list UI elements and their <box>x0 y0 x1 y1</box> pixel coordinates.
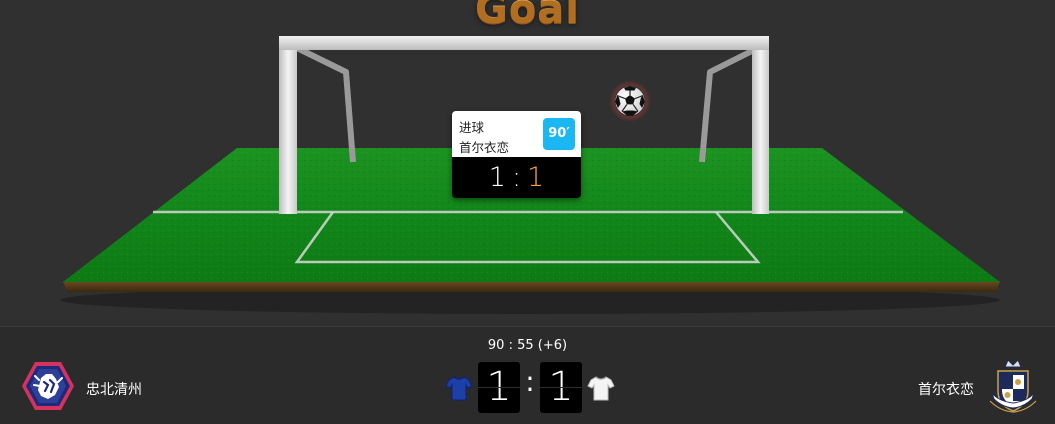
home-team-name: 忠北清州 <box>86 382 142 398</box>
goal-event-card: 进球 首尔衣恋 90′ 1:1 <box>452 111 581 198</box>
home-team-logo <box>22 362 74 410</box>
event-minute-badge: 90′ <box>543 118 575 150</box>
score-separator: : <box>525 365 535 398</box>
goal-animation-stage: Goal 进球 首尔衣恋 90′ 1:1 <box>0 0 1055 326</box>
away-score: 1 <box>540 362 582 413</box>
away-team-name: 首尔衣恋 <box>918 382 974 398</box>
goal-left-post <box>279 36 297 214</box>
goal-back-right-stanchion <box>699 45 760 163</box>
event-home-score: 1 <box>488 162 506 193</box>
match-clock: 90 : 55 (+6) <box>487 338 568 353</box>
away-team-logo <box>989 359 1037 413</box>
goal-crossbar <box>279 36 769 50</box>
soccer-ball-icon <box>609 80 651 122</box>
pitch-dirt-edge <box>63 281 1000 292</box>
event-team-label: 首尔衣恋 <box>459 140 510 155</box>
home-score: 1 <box>478 362 520 413</box>
goal-title: Goal <box>0 0 1055 32</box>
blue-shirt-icon <box>445 376 473 401</box>
event-score-separator: : <box>511 162 522 193</box>
event-card-score: 1:1 <box>452 157 581 198</box>
event-type-label: 进球 <box>459 120 485 135</box>
event-card-header: 进球 首尔衣恋 90′ <box>452 111 581 157</box>
event-away-score: 1 <box>527 162 545 193</box>
white-shirt-icon <box>587 376 615 401</box>
scoreboard-bar: 90 : 55 (+6) 忠北清州 1 : 1 首尔衣恋 <box>0 326 1055 424</box>
goal-right-post <box>752 36 769 214</box>
goal-back-left-stanchion <box>295 45 356 163</box>
